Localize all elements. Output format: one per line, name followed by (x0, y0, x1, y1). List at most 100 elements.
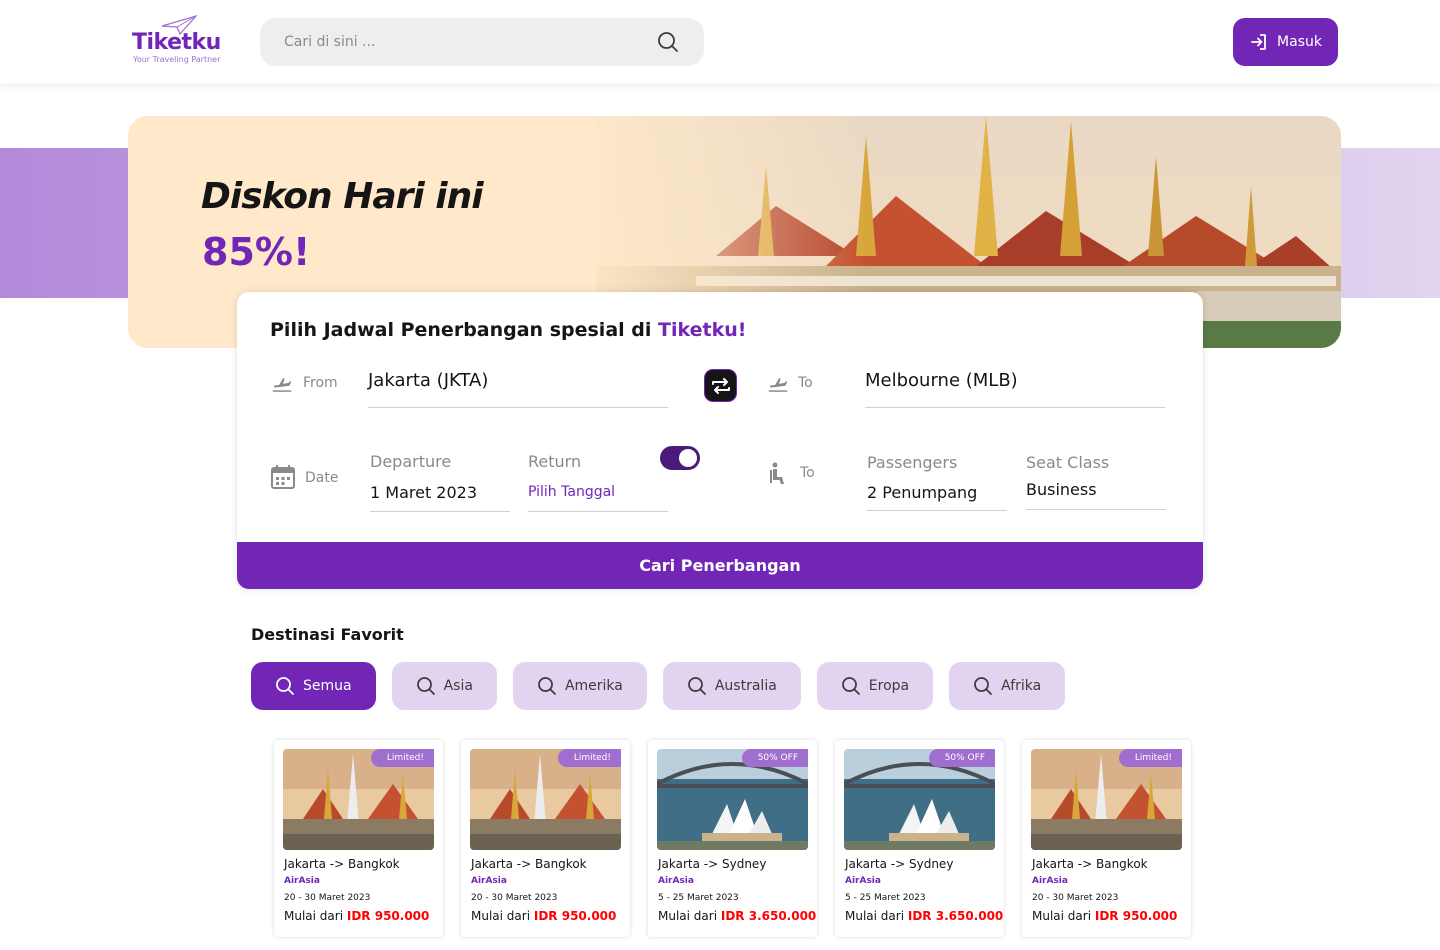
search-flight-button[interactable]: Cari Penerbangan (237, 542, 1203, 589)
filter-label: Afrika (1001, 678, 1042, 694)
search-icon[interactable] (656, 30, 680, 54)
travel-dates: 20 - 30 Maret 2023 (1032, 893, 1119, 903)
destination-route: Jakarta -> Bangkok (471, 857, 587, 871)
travel-dates: 20 - 30 Maret 2023 (284, 893, 371, 903)
price-amount: IDR 950.000 (1094, 909, 1178, 923)
search-icon (687, 677, 706, 695)
from-value[interactable]: Jakarta (JKTA) (368, 370, 488, 391)
airline-name: AirAsia (471, 876, 507, 886)
destination-card[interactable]: 50% OFF Jakarta -> Sydney AirAsia 5 - 25… (648, 740, 817, 937)
filter-asia[interactable]: Asia (391, 662, 497, 710)
price-line: Mulai dari IDR 3.650.000 (845, 909, 1003, 923)
login-icon (1251, 34, 1266, 50)
airline-name: AirAsia (658, 876, 694, 886)
form-title: Pilih Jadwal Penerbangan spesial di Tike… (270, 319, 746, 341)
search-input[interactable] (284, 18, 644, 66)
filter-eropa[interactable]: Eropa (816, 662, 934, 710)
login-label: Masuk (1277, 34, 1322, 50)
form-title-prefix: Pilih Jadwal Penerbangan spesial di (270, 319, 652, 341)
logo-text: Tiketku (132, 30, 221, 55)
price-amount: IDR 950.000 (533, 909, 617, 923)
favorites-title: Destinasi Favorit (251, 625, 404, 644)
price-line: Mulai dari IDR 3.650.000 (658, 909, 816, 923)
swap-arrows-icon (711, 377, 730, 394)
destination-route: Jakarta -> Bangkok (284, 857, 400, 871)
price-amount: IDR 950.000 (346, 909, 430, 923)
plane-takeoff-icon (768, 378, 788, 392)
promo-badge: Limited! (557, 749, 621, 767)
from-underline (368, 407, 668, 408)
passengers-underline (867, 510, 1007, 511)
login-button[interactable]: Masuk (1233, 18, 1338, 66)
passengers-value[interactable]: 2 Penumpang (867, 483, 977, 502)
airline-name: AirAsia (845, 876, 881, 886)
departure-label: Departure (370, 452, 452, 471)
return-toggle[interactable] (660, 446, 700, 470)
price-line: Mulai dari IDR 950.000 (284, 909, 429, 923)
logo-tagline: Your Traveling Partner (133, 55, 221, 64)
destination-card[interactable]: 50% OFF Jakarta -> Sydney AirAsia 5 - 25… (835, 740, 1004, 937)
filter-label: Amerika (564, 678, 623, 694)
filter-label: Asia (443, 678, 473, 694)
seat-class-underline (1026, 509, 1166, 510)
passenger-row-label: To (800, 465, 815, 481)
to-value[interactable]: Melbourne (MLB) (865, 370, 1018, 391)
date-label: Date (305, 470, 339, 486)
return-value[interactable]: Pilih Tanggal (528, 484, 615, 500)
banner-discount: 85%! (202, 230, 311, 274)
form-title-brand: Tiketku! (658, 319, 747, 341)
destination-route: Jakarta -> Sydney (658, 857, 767, 871)
calendar-icon (271, 465, 295, 489)
filter-semua[interactable]: Semua (251, 662, 376, 710)
airline-name: AirAsia (1032, 876, 1068, 886)
search-icon (841, 677, 860, 695)
price-line: Mulai dari IDR 950.000 (1032, 909, 1177, 923)
banner-title: Diskon Hari ini (201, 176, 484, 217)
travel-dates: 5 - 25 Maret 2023 (658, 893, 739, 903)
destination-card[interactable]: Limited! Jakarta -> Bangkok AirAsia 20 -… (1022, 740, 1191, 937)
swap-button[interactable] (705, 370, 736, 401)
price-line: Mulai dari IDR 950.000 (471, 909, 616, 923)
region-filters: Semua Asia Amerika Australia Eropa Afrik… (251, 662, 1066, 710)
price-prefix: Mulai dari (845, 909, 905, 923)
search-icon (538, 677, 556, 695)
search-icon (416, 677, 435, 695)
promo-badge: 50% OFF (741, 749, 808, 767)
price-prefix: Mulai dari (284, 909, 344, 923)
seat-class-value[interactable]: Business (1026, 480, 1097, 499)
price-prefix: Mulai dari (1032, 909, 1092, 923)
price-prefix: Mulai dari (658, 909, 718, 923)
destination-route: Jakarta -> Bangkok (1032, 857, 1148, 871)
filter-australia[interactable]: Australia (662, 662, 801, 710)
to-underline (865, 407, 1165, 408)
travel-dates: 20 - 30 Maret 2023 (471, 893, 558, 903)
destination-card[interactable]: Limited! Jakarta -> Bangkok AirAsia 20 -… (461, 740, 630, 937)
travel-dates: 5 - 25 Maret 2023 (845, 893, 926, 903)
filter-label: Semua (303, 678, 352, 694)
filter-label: Eropa (868, 678, 910, 694)
to-label: To (798, 375, 813, 391)
search-icon (276, 677, 294, 695)
promo-badge: Limited! (370, 749, 434, 767)
search-bar (260, 18, 704, 66)
departure-value[interactable]: 1 Maret 2023 (370, 483, 477, 502)
top-header: Tiketku Your Traveling Partner Masuk (0, 0, 1440, 84)
filter-amerika[interactable]: Amerika (512, 662, 647, 710)
filter-afrika[interactable]: Afrika (949, 662, 1066, 710)
from-label: From (303, 375, 338, 391)
passengers-label: Passengers (867, 453, 958, 472)
price-amount: IDR 3.650.000 (720, 909, 817, 923)
return-label: Return (528, 452, 582, 471)
promo-badge: Limited! (1118, 749, 1182, 767)
plane-takeoff-icon (272, 378, 292, 392)
seat-icon (770, 462, 784, 484)
return-underline (528, 511, 668, 512)
tiketku-logo[interactable]: Tiketku Your Traveling Partner (132, 14, 232, 68)
promo-badge: 50% OFF (928, 749, 995, 767)
destination-route: Jakarta -> Sydney (845, 857, 954, 871)
seat-class-label: Seat Class (1026, 453, 1110, 472)
price-amount: IDR 3.650.000 (907, 909, 1004, 923)
price-prefix: Mulai dari (471, 909, 531, 923)
destination-card[interactable]: Limited! Jakarta -> Bangkok AirAsia 20 -… (274, 740, 443, 937)
filter-label: Australia (714, 678, 777, 694)
